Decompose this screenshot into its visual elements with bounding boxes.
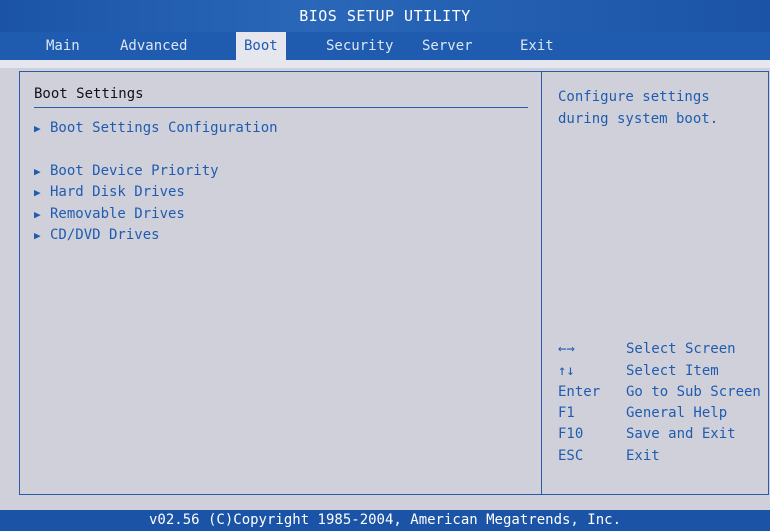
panel-divider (541, 71, 542, 495)
menu-item-label: Boot Device Priority (50, 163, 219, 179)
menu-item-label: Hard Disk Drives (50, 184, 185, 200)
submenu-arrow-icon: ▶ (34, 229, 41, 242)
submenu-arrow-icon: ▶ (34, 165, 41, 178)
tab-bar: Main Advanced Boot Security Server Exit (0, 32, 770, 60)
tab-security[interactable]: Security (318, 32, 401, 60)
tab-exit[interactable]: Exit (512, 32, 562, 60)
menu-item-boot-device-priority[interactable]: ▶ Boot Device Priority (34, 163, 219, 179)
help-text: Configure settings during system boot. (558, 89, 719, 127)
tab-main[interactable]: Main (38, 32, 88, 60)
section-rule (34, 107, 528, 108)
menu-item-removable-drives[interactable]: ▶ Removable Drives (34, 206, 185, 222)
key-label: ↑↓ (558, 363, 575, 379)
submenu-arrow-icon: ▶ (34, 208, 41, 221)
menu-item-label: CD/DVD Drives (50, 227, 160, 243)
copyright-text: v02.56 (C)Copyright 1985-2004, American … (148, 512, 621, 528)
key-label: ←→ (558, 341, 575, 357)
key-label: F1 (558, 405, 575, 421)
bios-title-bar: BIOS SETUP UTILITY (0, 0, 770, 32)
key-legend-row: F1 General Help (558, 405, 727, 421)
key-label: F10 (558, 426, 584, 442)
key-action: Exit (626, 448, 660, 464)
tab-server[interactable]: Server (414, 32, 481, 60)
tab-underline-band (0, 60, 770, 68)
key-legend-row: F10 Save and Exit (558, 426, 736, 442)
key-label: Enter (558, 384, 601, 400)
tab-advanced[interactable]: Advanced (112, 32, 195, 60)
copyright-footer: v02.56 (C)Copyright 1985-2004, American … (0, 510, 770, 531)
menu-item-boot-settings-configuration[interactable]: ▶ Boot Settings Configuration (34, 120, 278, 136)
key-action: Save and Exit (626, 426, 736, 442)
key-legend-row: Enter Go to Sub Screen (558, 384, 761, 400)
menu-item-label: Boot Settings Configuration (50, 120, 278, 136)
menu-item-hard-disk-drives[interactable]: ▶ Hard Disk Drives (34, 184, 185, 200)
menu-item-cd-dvd-drives[interactable]: ▶ CD/DVD Drives (34, 227, 160, 243)
section-title: Boot Settings (34, 86, 144, 102)
key-legend-row: ←→ Select Screen (558, 341, 736, 357)
submenu-arrow-icon: ▶ (34, 186, 41, 199)
submenu-arrow-icon: ▶ (34, 122, 41, 135)
key-action: Select Item (626, 363, 719, 379)
key-legend-row: ↑↓ Select Item (558, 363, 719, 379)
key-action: Select Screen (626, 341, 736, 357)
key-label: ESC (558, 448, 584, 464)
key-action: Go to Sub Screen (626, 384, 761, 400)
menu-item-label: Removable Drives (50, 206, 185, 222)
key-action: General Help (626, 405, 728, 421)
key-legend-row: ESC Exit (558, 448, 660, 464)
tab-boot[interactable]: Boot (236, 32, 286, 60)
app-title: BIOS SETUP UTILITY (299, 7, 471, 25)
